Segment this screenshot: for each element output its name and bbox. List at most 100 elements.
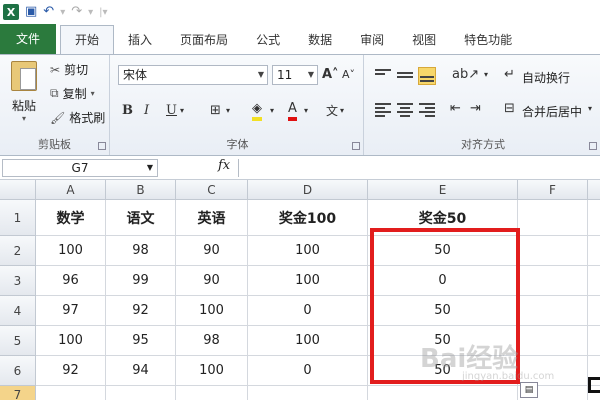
cell-filler[interactable]: [588, 200, 600, 236]
tab-insert[interactable]: 插入: [114, 26, 166, 54]
merge-center-dropdown-icon[interactable]: ▾: [588, 99, 592, 119]
bold-button[interactable]: B: [122, 101, 133, 121]
cell-d3[interactable]: 100: [248, 266, 368, 296]
save-icon[interactable]: ▣: [25, 4, 37, 20]
align-top-icon[interactable]: [374, 67, 392, 85]
cell-b4[interactable]: 92: [106, 296, 176, 326]
name-box-dropdown-icon[interactable]: ▼: [147, 160, 153, 176]
insert-function-icon[interactable]: fx: [218, 158, 230, 173]
paste-dropdown-icon[interactable]: ▾: [6, 114, 42, 123]
cell-c2[interactable]: 90: [176, 236, 248, 266]
cell-b1[interactable]: 语文: [106, 200, 176, 236]
column-header-f[interactable]: F: [518, 180, 588, 200]
cell-d2[interactable]: 100: [248, 236, 368, 266]
cell-f3[interactable]: [518, 266, 588, 296]
cell-d7[interactable]: [248, 386, 368, 400]
font-launcher-icon[interactable]: [352, 142, 360, 150]
paste-options-icon[interactable]: ▤: [520, 382, 538, 398]
undo-icon[interactable]: ↶: [43, 4, 54, 20]
cell-filler[interactable]: [588, 266, 600, 296]
tab-special[interactable]: 特色功能: [450, 26, 526, 54]
copy-button[interactable]: ⧉ 复制 ▾: [50, 85, 95, 102]
name-box[interactable]: G7 ▼: [2, 159, 158, 177]
align-middle-icon[interactable]: [396, 67, 414, 85]
select-all-corner[interactable]: [0, 180, 36, 200]
cell-b2[interactable]: 98: [106, 236, 176, 266]
cell-c7[interactable]: [176, 386, 248, 400]
cell-d5[interactable]: 100: [248, 326, 368, 356]
tab-file[interactable]: 文件: [0, 24, 57, 54]
row-header-6[interactable]: 6: [0, 356, 36, 386]
tab-page-layout[interactable]: 页面布局: [166, 26, 242, 54]
cell-c4[interactable]: 100: [176, 296, 248, 326]
tab-formulas[interactable]: 公式: [242, 26, 294, 54]
cell-b5[interactable]: 95: [106, 326, 176, 356]
align-right-icon[interactable]: [418, 101, 436, 119]
row-header-2[interactable]: 2: [0, 236, 36, 266]
row-header-7[interactable]: 7: [0, 386, 36, 400]
fill-color-icon[interactable]: ◈: [252, 101, 262, 121]
row-header-4[interactable]: 4: [0, 296, 36, 326]
cell-c3[interactable]: 90: [176, 266, 248, 296]
row-header-3[interactable]: 3: [0, 266, 36, 296]
font-name-dropdown-icon[interactable]: ▼: [258, 66, 264, 84]
borders-icon[interactable]: ⊞: [210, 101, 221, 121]
copy-dropdown-icon[interactable]: ▾: [91, 89, 95, 98]
cell-a7[interactable]: [36, 386, 106, 400]
cell-filler[interactable]: [588, 236, 600, 266]
cell-a1[interactable]: 数学: [36, 200, 106, 236]
cell-a5[interactable]: 100: [36, 326, 106, 356]
cell-f1[interactable]: [518, 200, 588, 236]
redo-icon[interactable]: ↷: [71, 4, 82, 20]
font-size-dropdown-icon[interactable]: ▼: [308, 66, 314, 84]
align-center-icon[interactable]: [396, 101, 414, 119]
cell-a2[interactable]: 100: [36, 236, 106, 266]
font-size-select[interactable]: 11 ▼: [272, 65, 318, 85]
cell-filler[interactable]: [588, 326, 600, 356]
wrap-text-button[interactable]: 自动换行: [522, 69, 570, 86]
tab-view[interactable]: 视图: [398, 26, 450, 54]
phonetic-icon[interactable]: 文: [326, 101, 338, 121]
orientation-icon[interactable]: ab↗: [452, 65, 479, 85]
fill-color-dropdown-icon[interactable]: ▾: [270, 101, 274, 121]
align-bottom-icon[interactable]: [418, 67, 436, 85]
font-color-icon[interactable]: A: [288, 101, 297, 121]
cell-f5[interactable]: [518, 326, 588, 356]
orientation-dropdown-icon[interactable]: ▾: [484, 65, 488, 85]
paste-button[interactable]: 粘贴 ▾: [6, 61, 42, 123]
wrap-text-icon[interactable]: ↵: [504, 65, 515, 85]
align-left-icon[interactable]: [374, 101, 392, 119]
cell-c5[interactable]: 98: [176, 326, 248, 356]
italic-button[interactable]: I: [144, 101, 149, 121]
cell-a3[interactable]: 96: [36, 266, 106, 296]
shrink-font-icon[interactable]: A˅: [342, 65, 355, 85]
increase-indent-icon[interactable]: ⇥: [470, 99, 481, 119]
cell-b3[interactable]: 99: [106, 266, 176, 296]
phonetic-dropdown-icon[interactable]: ▾: [340, 101, 344, 121]
cell-e7[interactable]: [368, 386, 518, 400]
row-header-5[interactable]: 5: [0, 326, 36, 356]
cell-filler[interactable]: [588, 296, 600, 326]
cell-d1[interactable]: 奖金100: [248, 200, 368, 236]
clipboard-launcher-icon[interactable]: [98, 142, 106, 150]
column-header-c[interactable]: C: [176, 180, 248, 200]
cell-f2[interactable]: [518, 236, 588, 266]
column-header-a[interactable]: A: [36, 180, 106, 200]
column-header-d[interactable]: D: [248, 180, 368, 200]
tab-home[interactable]: 开始: [60, 25, 115, 54]
cell-a4[interactable]: 97: [36, 296, 106, 326]
formula-input[interactable]: [238, 159, 600, 177]
borders-dropdown-icon[interactable]: ▾: [226, 101, 230, 121]
cut-button[interactable]: ✂ 剪切: [50, 61, 88, 78]
font-name-select[interactable]: 宋体 ▼: [118, 65, 268, 85]
underline-button[interactable]: U: [166, 101, 177, 121]
tab-review[interactable]: 审阅: [346, 26, 398, 54]
font-color-dropdown-icon[interactable]: ▾: [304, 101, 308, 121]
cell-b6[interactable]: 94: [106, 356, 176, 386]
redo-dropdown-icon[interactable]: ▾: [88, 7, 93, 18]
cell-c1[interactable]: 英语: [176, 200, 248, 236]
cell-d4[interactable]: 0: [248, 296, 368, 326]
column-header-e[interactable]: E: [368, 180, 518, 200]
cell-f4[interactable]: [518, 296, 588, 326]
cell-b7[interactable]: [106, 386, 176, 400]
